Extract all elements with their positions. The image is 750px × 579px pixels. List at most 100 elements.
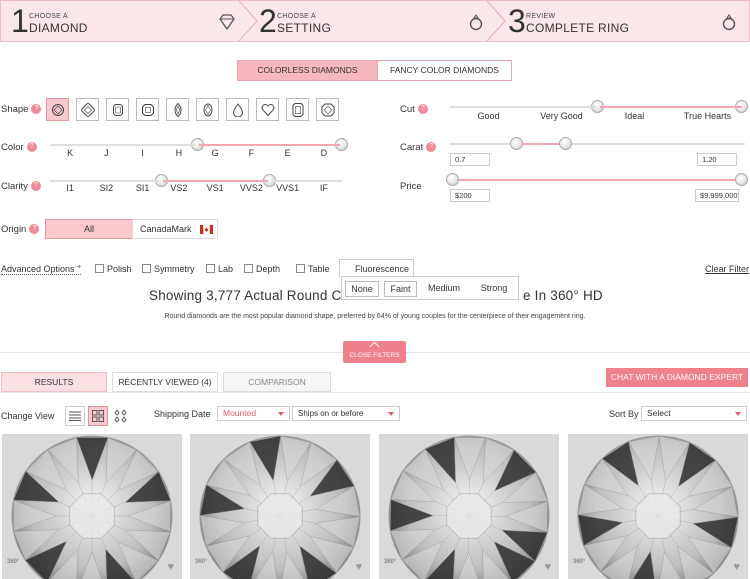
close-filters-button[interactable]: CLOSE FILTERS: [343, 341, 406, 363]
shape-marquise-button[interactable]: [166, 98, 189, 121]
origin-all-button[interactable]: All: [45, 219, 133, 239]
shape-emerald-button[interactable]: [286, 98, 309, 121]
polish-checkbox[interactable]: [95, 264, 104, 273]
tab-comparison[interactable]: COMPARISON: [223, 372, 331, 392]
cut-tick[interactable]: Very Good: [532, 111, 592, 121]
carat-min-input[interactable]: 0.7: [450, 153, 490, 166]
list-view-button[interactable]: [65, 406, 85, 426]
price-slider-max-handle[interactable]: [735, 173, 748, 186]
grid-view-button[interactable]: [88, 406, 108, 426]
tab-results[interactable]: RESULTS: [1, 372, 107, 392]
clarity-tick[interactable]: I1: [52, 183, 88, 193]
depth-option-label[interactable]: Depth: [256, 264, 280, 274]
symmetry-checkbox[interactable]: [142, 264, 151, 273]
clarity-tick[interactable]: VS1: [197, 183, 233, 193]
symmetry-option-label[interactable]: Symmetry: [154, 264, 195, 274]
help-icon[interactable]: ?: [29, 224, 40, 235]
diamond-view-button[interactable]: [111, 406, 131, 426]
clarity-tick[interactable]: VS2: [161, 183, 197, 193]
fluorescence-medium[interactable]: Medium: [424, 281, 464, 297]
shape-round-button[interactable]: [46, 98, 69, 121]
favorite-heart-icon[interactable]: ♥: [544, 561, 551, 573]
color-tick[interactable]: D: [306, 148, 342, 158]
price-min-input[interactable]: $200: [450, 189, 490, 202]
shape-princess-button[interactable]: [76, 98, 99, 121]
price-slider-range[interactable]: [452, 179, 742, 181]
help-icon[interactable]: ?: [30, 181, 41, 192]
cut-tick[interactable]: Good: [459, 111, 519, 121]
diamond-icon: [219, 14, 235, 31]
tab-recently-viewed[interactable]: RECENTLY VIEWED (4): [112, 372, 218, 392]
sort-by-select[interactable]: Select: [641, 406, 747, 421]
shape-pear-button[interactable]: [226, 98, 249, 121]
lab-checkbox[interactable]: [206, 264, 215, 273]
view-360-icon[interactable]: 360°: [7, 559, 25, 573]
view-360-icon[interactable]: 360°: [195, 559, 213, 573]
clarity-tick[interactable]: SI1: [125, 183, 161, 193]
clarity-tick[interactable]: VVS2: [233, 183, 269, 193]
help-icon[interactable]: ?: [31, 104, 42, 115]
fluorescence-strong[interactable]: Strong: [474, 281, 514, 297]
polish-option-label[interactable]: Polish: [107, 264, 132, 274]
fluorescence-faint[interactable]: Faint: [384, 281, 417, 297]
carat-slider-max-handle[interactable]: [559, 137, 572, 150]
color-tick[interactable]: G: [197, 148, 233, 158]
origin-canadamark-button[interactable]: CanadaMark: [132, 219, 218, 239]
view-360-icon[interactable]: 360°: [573, 559, 591, 573]
fluorescence-option-label[interactable]: Fluorescence: [355, 264, 409, 274]
price-slider-min-handle[interactable]: [446, 173, 459, 186]
advanced-options-link[interactable]: Advanced Options +: [1, 264, 82, 275]
diamond-result-card[interactable]: 360° ♥: [190, 434, 370, 579]
color-tick[interactable]: H: [161, 148, 197, 158]
ring-icon: [722, 14, 736, 31]
ships-on-before-value: Ships on or before: [298, 409, 364, 418]
carat-slider-min-handle[interactable]: [510, 137, 523, 150]
color-tick[interactable]: F: [233, 148, 269, 158]
step-choose-diamond[interactable]: 1 CHOOSE A DIAMOND: [1, 1, 246, 41]
shape-radiant-button[interactable]: [316, 98, 339, 121]
cut-tick[interactable]: True Hearts: [678, 111, 738, 121]
cut-tick[interactable]: Ideal: [605, 111, 665, 121]
shape-oval-button[interactable]: [196, 98, 219, 121]
clarity-tick[interactable]: SI2: [88, 183, 124, 193]
color-tick[interactable]: K: [52, 148, 88, 158]
step-choose-setting[interactable]: 2 CHOOSE A SETTING: [249, 1, 494, 41]
shipping-date-select[interactable]: Mounted: [217, 406, 290, 421]
clarity-tick[interactable]: IF: [306, 183, 342, 193]
view-360-icon[interactable]: 360°: [384, 559, 402, 573]
colorless-diamonds-tab[interactable]: COLORLESS DIAMONDS: [237, 60, 378, 81]
depth-checkbox[interactable]: [244, 264, 253, 273]
shape-cushion-button[interactable]: [106, 98, 129, 121]
steps-header: 1 CHOOSE A DIAMOND 2 CHOOSE A SETTING 3 …: [0, 0, 750, 42]
chat-with-expert-button[interactable]: CHAT WITH A DIAMOND EXPERT: [606, 368, 748, 387]
favorite-heart-icon[interactable]: ♥: [355, 561, 362, 573]
help-icon[interactable]: ?: [426, 142, 437, 153]
color-tick[interactable]: I: [125, 148, 161, 158]
clear-filter-link[interactable]: Clear Filter: [705, 264, 749, 274]
diamond-image: [577, 435, 739, 579]
carat-slider-track[interactable]: [450, 143, 745, 145]
color-tick[interactable]: J: [88, 148, 124, 158]
color-tick[interactable]: E: [270, 148, 306, 158]
clarity-tick[interactable]: VVS1: [270, 183, 306, 193]
diamond-result-card[interactable]: 360° ♥: [568, 434, 748, 579]
price-max-input[interactable]: $9,999,000: [695, 189, 739, 202]
fluorescence-none[interactable]: None: [345, 281, 379, 297]
price-filter-label: Price: [400, 181, 422, 192]
lab-option-label[interactable]: Lab: [218, 264, 233, 274]
table-option-label[interactable]: Table: [308, 264, 330, 274]
favorite-heart-icon[interactable]: ♥: [167, 561, 174, 573]
diamond-result-card[interactable]: 360° ♥: [379, 434, 559, 579]
help-icon[interactable]: ?: [417, 104, 428, 115]
ships-on-before-select[interactable]: Ships on or before: [292, 406, 400, 421]
favorite-heart-icon[interactable]: ♥: [733, 561, 740, 573]
emerald-shape-icon: [292, 103, 304, 117]
table-checkbox[interactable]: [296, 264, 305, 273]
shape-asscher-button[interactable]: [136, 98, 159, 121]
fancy-color-diamonds-tab[interactable]: FANCY COLOR DIAMONDS: [378, 60, 512, 81]
shape-heart-button[interactable]: [256, 98, 279, 121]
step-review-ring[interactable]: 3 REVIEW COMPLETE RING: [498, 1, 750, 41]
diamond-result-card[interactable]: 360° ♥: [2, 434, 182, 579]
carat-max-input[interactable]: 1.20: [697, 153, 737, 166]
help-icon[interactable]: ?: [26, 142, 37, 153]
